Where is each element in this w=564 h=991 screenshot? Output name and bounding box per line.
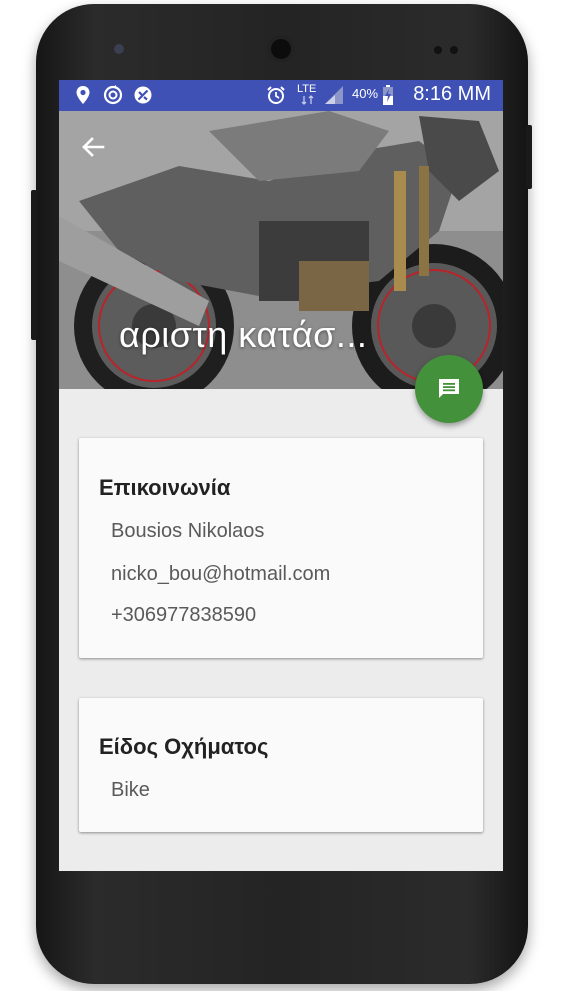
contact-card-title: Επικοινωνία xyxy=(99,475,231,500)
vehicle-type-card: Είδος Οχήματος Bike xyxy=(79,698,483,832)
sensor-dot xyxy=(450,46,458,54)
status-bar: LTE 40% 8:16 MM xyxy=(59,80,503,111)
app-screen: LTE 40% 8:16 MM αριστη κατάσ... Επικοινω… xyxy=(59,80,503,871)
sync-icon xyxy=(103,85,123,105)
hero-image: αριστη κατάσ... xyxy=(59,111,503,389)
blocked-app-icon xyxy=(134,86,152,104)
location-icon xyxy=(76,86,90,104)
volume-button[interactable] xyxy=(31,190,37,340)
vehicle-card-title: Είδος Οχήματος xyxy=(99,734,269,759)
contact-name: Bousios Nikolaos xyxy=(111,520,265,542)
data-arrows-icon xyxy=(301,95,314,105)
speaker-grille xyxy=(268,36,294,62)
back-arrow-icon[interactable] xyxy=(77,131,109,163)
contact-card: Επικοινωνία Bousios Nikolaos nicko_bou@h… xyxy=(79,438,483,658)
message-icon xyxy=(439,379,459,398)
contact-phone[interactable]: +306977838590 xyxy=(111,604,256,627)
status-time: 8:16 MM xyxy=(413,83,491,105)
sensor-dot xyxy=(434,46,442,54)
message-fab-button[interactable] xyxy=(415,355,483,423)
page-title: αριστη κατάσ... xyxy=(119,314,368,355)
battery-percent: 40% xyxy=(352,86,379,101)
signal-icon xyxy=(325,86,343,104)
vehicle-type-value: Bike xyxy=(111,779,150,801)
battery-charging-icon xyxy=(383,85,393,105)
network-type: LTE xyxy=(297,83,317,95)
power-button[interactable] xyxy=(526,125,532,189)
alarm-icon xyxy=(267,86,285,104)
contact-email[interactable]: nicko_bou@hotmail.com xyxy=(111,563,330,586)
front-camera xyxy=(114,44,124,54)
